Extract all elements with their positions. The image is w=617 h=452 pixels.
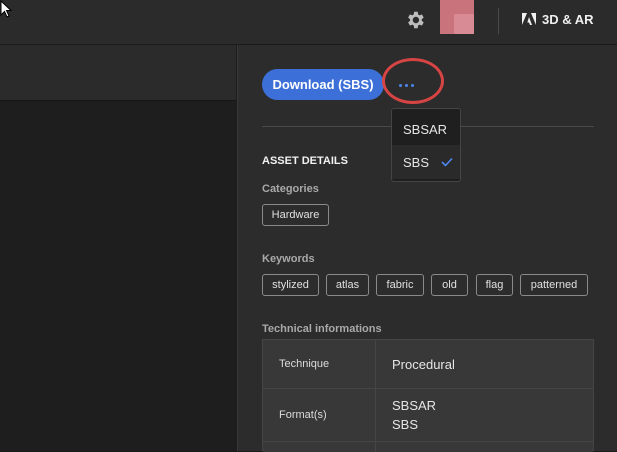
- highlight-annotation: [382, 58, 444, 104]
- row-value: SBSAR SBS: [376, 389, 593, 441]
- brand-label: 3D & AR: [542, 11, 594, 27]
- asset-details-heading: ASSET DETAILS: [262, 155, 348, 167]
- format-dropdown-menu: SBSAR SBS: [391, 108, 461, 182]
- brand-link[interactable]: 3D & AR: [522, 9, 594, 29]
- gear-icon[interactable]: [404, 9, 426, 31]
- keyword-tag[interactable]: patterned: [520, 274, 588, 296]
- menu-item-label: SBS: [403, 154, 430, 170]
- table-row: Technique Procedural: [263, 340, 593, 389]
- download-button[interactable]: Download (SBS): [262, 69, 384, 100]
- tech-info-label: Technical informations: [262, 323, 382, 335]
- tech-info-table: Technique Procedural Format(s) SBSAR SBS: [262, 339, 594, 452]
- keyword-tag[interactable]: old: [431, 274, 468, 296]
- keyword-tag[interactable]: atlas: [326, 274, 369, 296]
- categories-list: Hardware: [262, 204, 602, 228]
- viewport-toolbar: [0, 45, 236, 101]
- value-text: SBSAR: [392, 398, 437, 413]
- category-tag[interactable]: Hardware: [262, 204, 329, 226]
- row-key: Technique: [263, 340, 376, 388]
- viewport-area: [0, 45, 236, 451]
- keywords-label: Keywords: [262, 253, 315, 265]
- row-key: Format(s): [263, 389, 376, 441]
- keyword-tag[interactable]: flag: [476, 274, 513, 296]
- keyword-tag[interactable]: fabric: [376, 274, 424, 296]
- header-divider: [498, 8, 499, 34]
- value-text: SBS: [392, 417, 419, 432]
- checkmark-icon: [441, 157, 453, 167]
- table-row: Format(s) SBSAR SBS: [263, 389, 593, 442]
- row-value: Procedural: [376, 340, 593, 388]
- keyword-tag[interactable]: stylized: [262, 274, 319, 296]
- categories-label: Categories: [262, 183, 319, 195]
- menu-item-sbs[interactable]: SBS: [392, 145, 460, 179]
- menu-item-sbsar[interactable]: SBSAR: [392, 112, 460, 146]
- top-bar: 3D & AR: [0, 0, 617, 45]
- value-text: Procedural: [392, 356, 455, 372]
- keywords-list: stylized atlas fabric old flag patterned: [262, 274, 602, 298]
- adobe-logo-icon: [522, 13, 536, 25]
- avatar[interactable]: [440, 0, 474, 34]
- mouse-pointer-icon: [0, 0, 13, 18]
- menu-item-label: SBSAR: [403, 121, 448, 137]
